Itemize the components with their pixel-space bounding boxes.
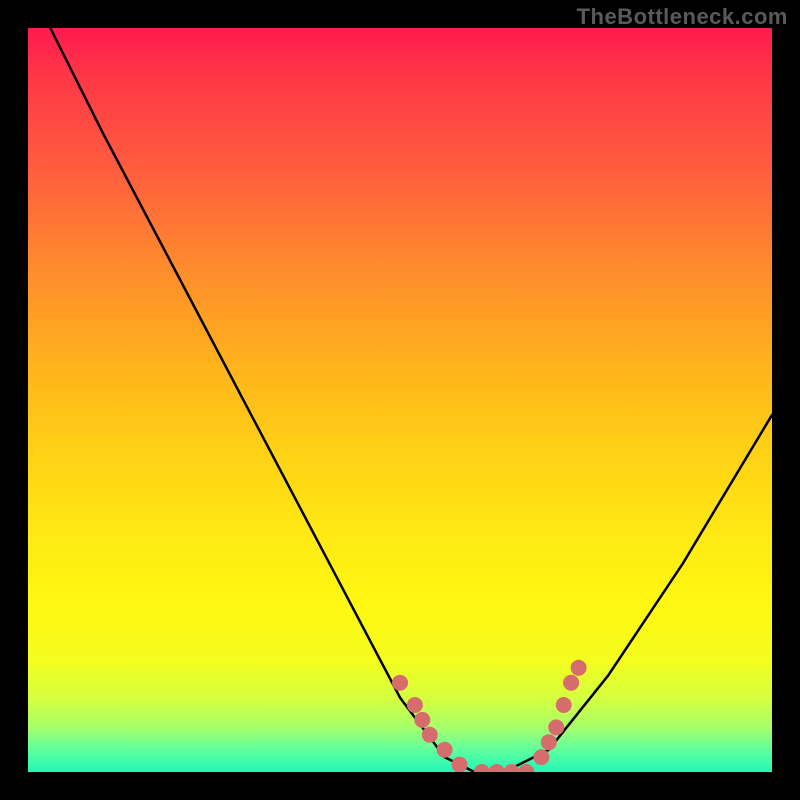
highlight-dot [556, 697, 572, 713]
highlight-dot [489, 764, 505, 772]
curve-layer [50, 28, 772, 772]
highlight-dot [414, 712, 430, 728]
highlight-dot [533, 749, 549, 765]
curve-svg [28, 28, 772, 772]
highlight-dot [571, 660, 587, 676]
chart-container: TheBottleneck.com [0, 0, 800, 800]
highlight-dot [437, 742, 453, 758]
highlight-dot [563, 675, 579, 691]
highlight-dot [407, 697, 423, 713]
plot-area [28, 28, 772, 772]
bottleneck-curve [50, 28, 772, 772]
highlight-dot [474, 764, 490, 772]
highlight-dots [392, 660, 587, 772]
highlight-dot [452, 757, 468, 772]
watermark-text: TheBottleneck.com [577, 4, 788, 30]
highlight-dot [541, 734, 557, 750]
highlight-dot [519, 764, 535, 772]
highlight-dot [422, 727, 438, 743]
highlight-dot [392, 675, 408, 691]
highlight-dot [548, 719, 564, 735]
